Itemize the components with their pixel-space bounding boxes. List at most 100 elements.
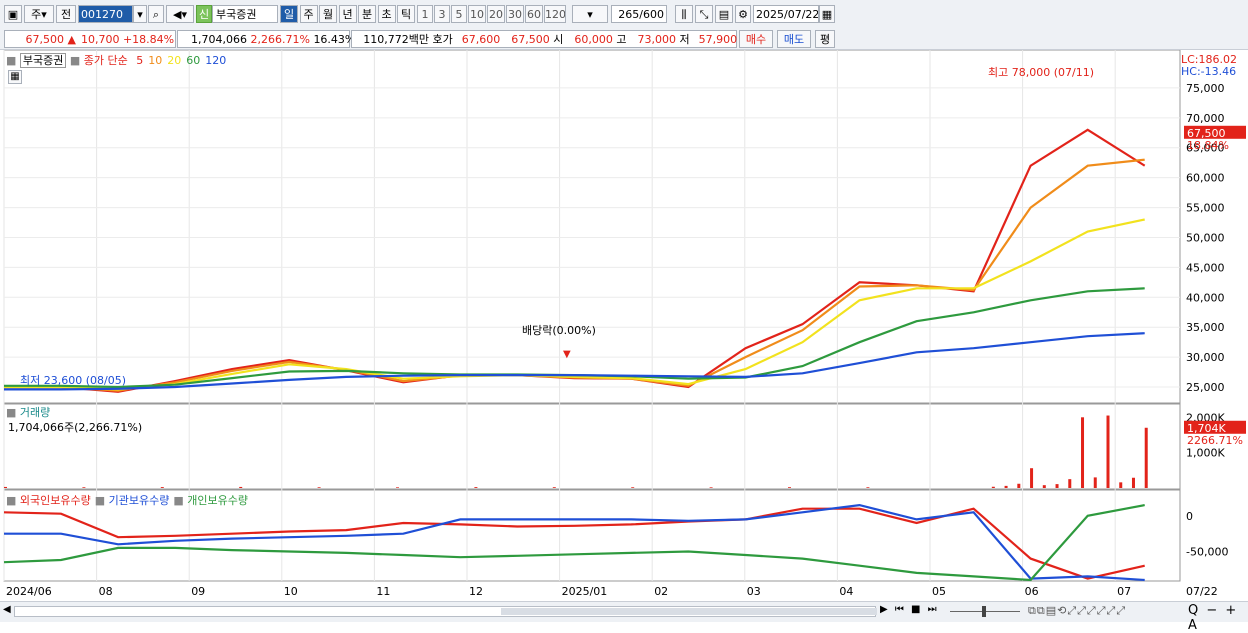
horizontal-scrollbar[interactable] <box>14 606 877 617</box>
volume-bar <box>1004 485 1008 488</box>
volume-bar <box>866 487 870 488</box>
volume-value-label: 1,704,066주(2,266.71%) <box>8 421 143 434</box>
volume-bar <box>474 487 478 488</box>
prev-button[interactable]: 전 <box>56 5 76 23</box>
scroll-left-icon[interactable]: ◀ <box>3 604 11 615</box>
interval-button[interactable]: 120 <box>544 5 566 23</box>
volume-bar <box>160 487 164 488</box>
ma-line-10 <box>4 158 1145 392</box>
interval-button[interactable]: 60 <box>525 5 543 23</box>
interval-button[interactable]: 20 <box>487 5 505 23</box>
save-icon[interactable]: ▤ <box>715 5 733 23</box>
price-change-pct: +18.84% <box>122 33 175 46</box>
volume-bar <box>991 486 995 488</box>
interval-button[interactable]: 10 <box>468 5 486 23</box>
main-toolbar: ▣ 주▾ 전 001270 ▾ ⌕ ◀▾ 신 부국증권 일주월년분초틱 1351… <box>0 0 1248 30</box>
legend-ma-item[interactable]: 10 <box>148 54 162 67</box>
grid-toggle-icon[interactable]: ▦ <box>8 70 22 84</box>
period-tab[interactable]: 년 <box>338 5 357 23</box>
stock-code-input[interactable]: 001270 <box>78 5 133 23</box>
period-tab[interactable]: 초 <box>377 5 396 23</box>
volume-value: 1,704,066 <box>191 33 247 46</box>
price-box: 67,500 ▲ 10,700 +18.84% <box>4 30 176 48</box>
draw-tool-icon[interactable]: ⤡ <box>695 5 713 23</box>
legend-holding-item[interactable]: 외국인보유수량 <box>16 494 91 507</box>
eval-button[interactable]: 평 <box>815 30 835 48</box>
dividend-arrow-icon: ▼ <box>563 349 571 360</box>
market-select[interactable]: 주▾ <box>24 5 54 23</box>
view-tools[interactable]: ⧉⧉▤⟲⤢⤢⤢⤢⤢⤢ <box>1028 604 1126 618</box>
interval-button[interactable]: 5 <box>451 5 467 23</box>
x-tick-label: 07/22 <box>1186 585 1218 598</box>
holdings-tick-label: 0 <box>1186 510 1193 523</box>
x-tick-label: 05 <box>932 585 946 598</box>
window-menu-icon[interactable]: ▣ <box>4 5 22 23</box>
last-price: 67,500 <box>25 33 65 46</box>
volume-tick-label: 1,000K <box>1186 447 1225 460</box>
ask-label: 호가 <box>432 33 453 46</box>
legend-stock-name[interactable]: 부국증권 <box>19 53 67 68</box>
date-field[interactable]: 2025/07/22 <box>753 5 819 23</box>
x-tick-label: 08 <box>99 585 113 598</box>
volume-title[interactable]: 거래량 <box>20 406 50 419</box>
last-pct-tag: 18.84% <box>1187 139 1229 152</box>
chevron-down-icon[interactable]: ▾ <box>133 5 147 23</box>
calendar-icon[interactable]: ▦ <box>819 5 835 23</box>
legend-bullet-icon: ■ <box>69 54 81 67</box>
legend-bullet-icon: ■ <box>173 494 184 507</box>
x-tick-label: 10 <box>284 585 298 598</box>
x-tick-label: 06 <box>1025 585 1039 598</box>
zoom-slider-handle[interactable] <box>982 606 986 617</box>
legend-ma-item[interactable]: 20 <box>167 54 181 67</box>
interval-button[interactable]: 3 <box>434 5 450 23</box>
price-legend: ■ 부국증권 ■ 종가 단순 5 10 20 60 120 <box>6 52 226 68</box>
y-tick-label: 75,000 <box>1186 82 1225 95</box>
legend-holding-item[interactable]: 기관보유수량 <box>105 494 170 507</box>
y-tick-label: 70,000 <box>1186 112 1225 125</box>
volume-bar <box>317 487 321 488</box>
period-tab[interactable]: 월 <box>319 5 337 23</box>
scroll-thumb[interactable] <box>501 608 877 615</box>
volume-bar <box>1068 479 1072 488</box>
volume-bar <box>1042 485 1046 488</box>
legend-holding-item[interactable]: 개인보유수량 <box>184 494 248 507</box>
holdings-legend: ■ 외국인보유수량 ■ 기관보유수량 ■ 개인보유수량 <box>6 492 248 508</box>
count-max: /600 <box>639 8 664 21</box>
volume-panel-frame <box>3 403 1181 490</box>
y-tick-label: 30,000 <box>1186 351 1225 364</box>
volume-box: 1,704,066 2,266.71% 16.43% <box>177 30 355 48</box>
search-icon[interactable]: ⌕ <box>148 5 164 23</box>
candle-icon[interactable]: ⫼ <box>675 5 693 23</box>
count-field[interactable]: 265/600 <box>611 5 667 23</box>
legend-ma-item[interactable]: 60 <box>186 54 200 67</box>
interval-button[interactable]: 1 <box>417 5 433 23</box>
holdings-line <box>3 504 1145 582</box>
bid-price: 67,500 <box>511 33 550 46</box>
playback-controls[interactable]: ▶ ⏮ ■ ⏭ <box>880 604 939 615</box>
chart-svg[interactable]: 2024/06 08 09 10 11 12 2025/01 02 03 04 05 06 07 07/2… <box>0 49 1248 601</box>
zoom-controls[interactable]: Q − + A <box>1188 603 1248 633</box>
sell-button[interactable]: 매도 <box>777 30 811 48</box>
volume-bar <box>1081 417 1085 488</box>
interval-select[interactable]: ▾ <box>572 5 608 23</box>
period-tab[interactable]: 일 <box>280 5 298 23</box>
period-tab[interactable]: 틱 <box>397 5 415 23</box>
legend-ma-label[interactable]: 종가 단순 <box>84 54 128 67</box>
chart-area[interactable]: 2024/06 08 09 10 11 12 2025/01 02 03 04 05 06 07 07/2… <box>0 49 1248 601</box>
gear-icon[interactable]: ⚙ <box>735 5 751 23</box>
legend-bullet-icon: ■ <box>6 494 17 507</box>
speaker-icon[interactable]: ◀▾ <box>166 5 194 23</box>
volume-bar <box>239 486 243 488</box>
quote-bar: 67,500 ▲ 10,700 +18.84% 1,704,066 2,266.… <box>0 29 1248 50</box>
y-tick-label: 55,000 <box>1186 202 1225 215</box>
interval-button[interactable]: 30 <box>506 5 524 23</box>
legend-ma-item[interactable]: 5 <box>136 54 143 67</box>
legend-ma-item[interactable]: 120 <box>205 54 226 67</box>
buy-button[interactable]: 매수 <box>739 30 773 48</box>
period-tab[interactable]: 분 <box>358 5 376 23</box>
period-tab[interactable]: 주 <box>299 5 318 23</box>
legend-bullet-icon: ■ <box>6 54 17 67</box>
count-value: 265 <box>618 8 640 21</box>
volume-bar <box>1119 482 1123 488</box>
x-tick-label: 11 <box>376 585 390 598</box>
